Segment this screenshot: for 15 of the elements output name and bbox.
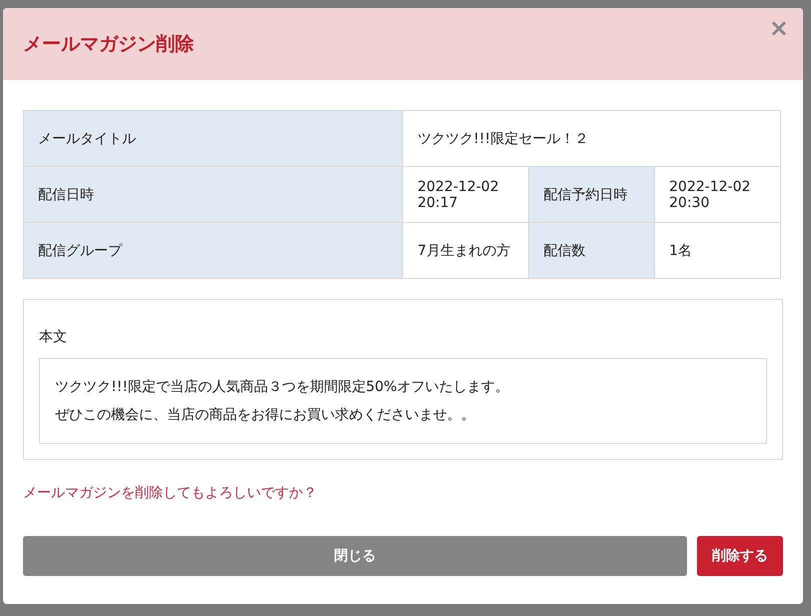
field-value: ツクツク!!!限定セール！２ — [402, 110, 780, 166]
field-label: 配信予約日時 — [528, 166, 655, 222]
dialog-title: メールマガジン削除 — [23, 32, 194, 57]
field-label: メールタイトル — [24, 110, 403, 166]
field-value: 2022-12-02 20:30 — [654, 166, 780, 222]
field-label: 配信数 — [528, 222, 655, 278]
field-value: 1名 — [654, 222, 780, 278]
close-button[interactable]: × — [764, 16, 793, 40]
confirm-message: メールマガジンを削除してもよろしいですか？ — [23, 484, 318, 502]
body-label: 本文 — [39, 328, 68, 346]
close-dialog-button[interactable]: 閉じる — [23, 536, 687, 576]
field-label: 配信グループ — [24, 222, 403, 278]
body-text: ツクツク!!!限定で当店の人気商品３つを期間限定50%オフいたします。 ぜひこの機会に、当店の商品をお得にお買い求めくださいませ。。 — [39, 358, 767, 444]
field-label: 配信日時 — [24, 166, 403, 222]
delete-button[interactable]: 削除する — [697, 536, 783, 576]
